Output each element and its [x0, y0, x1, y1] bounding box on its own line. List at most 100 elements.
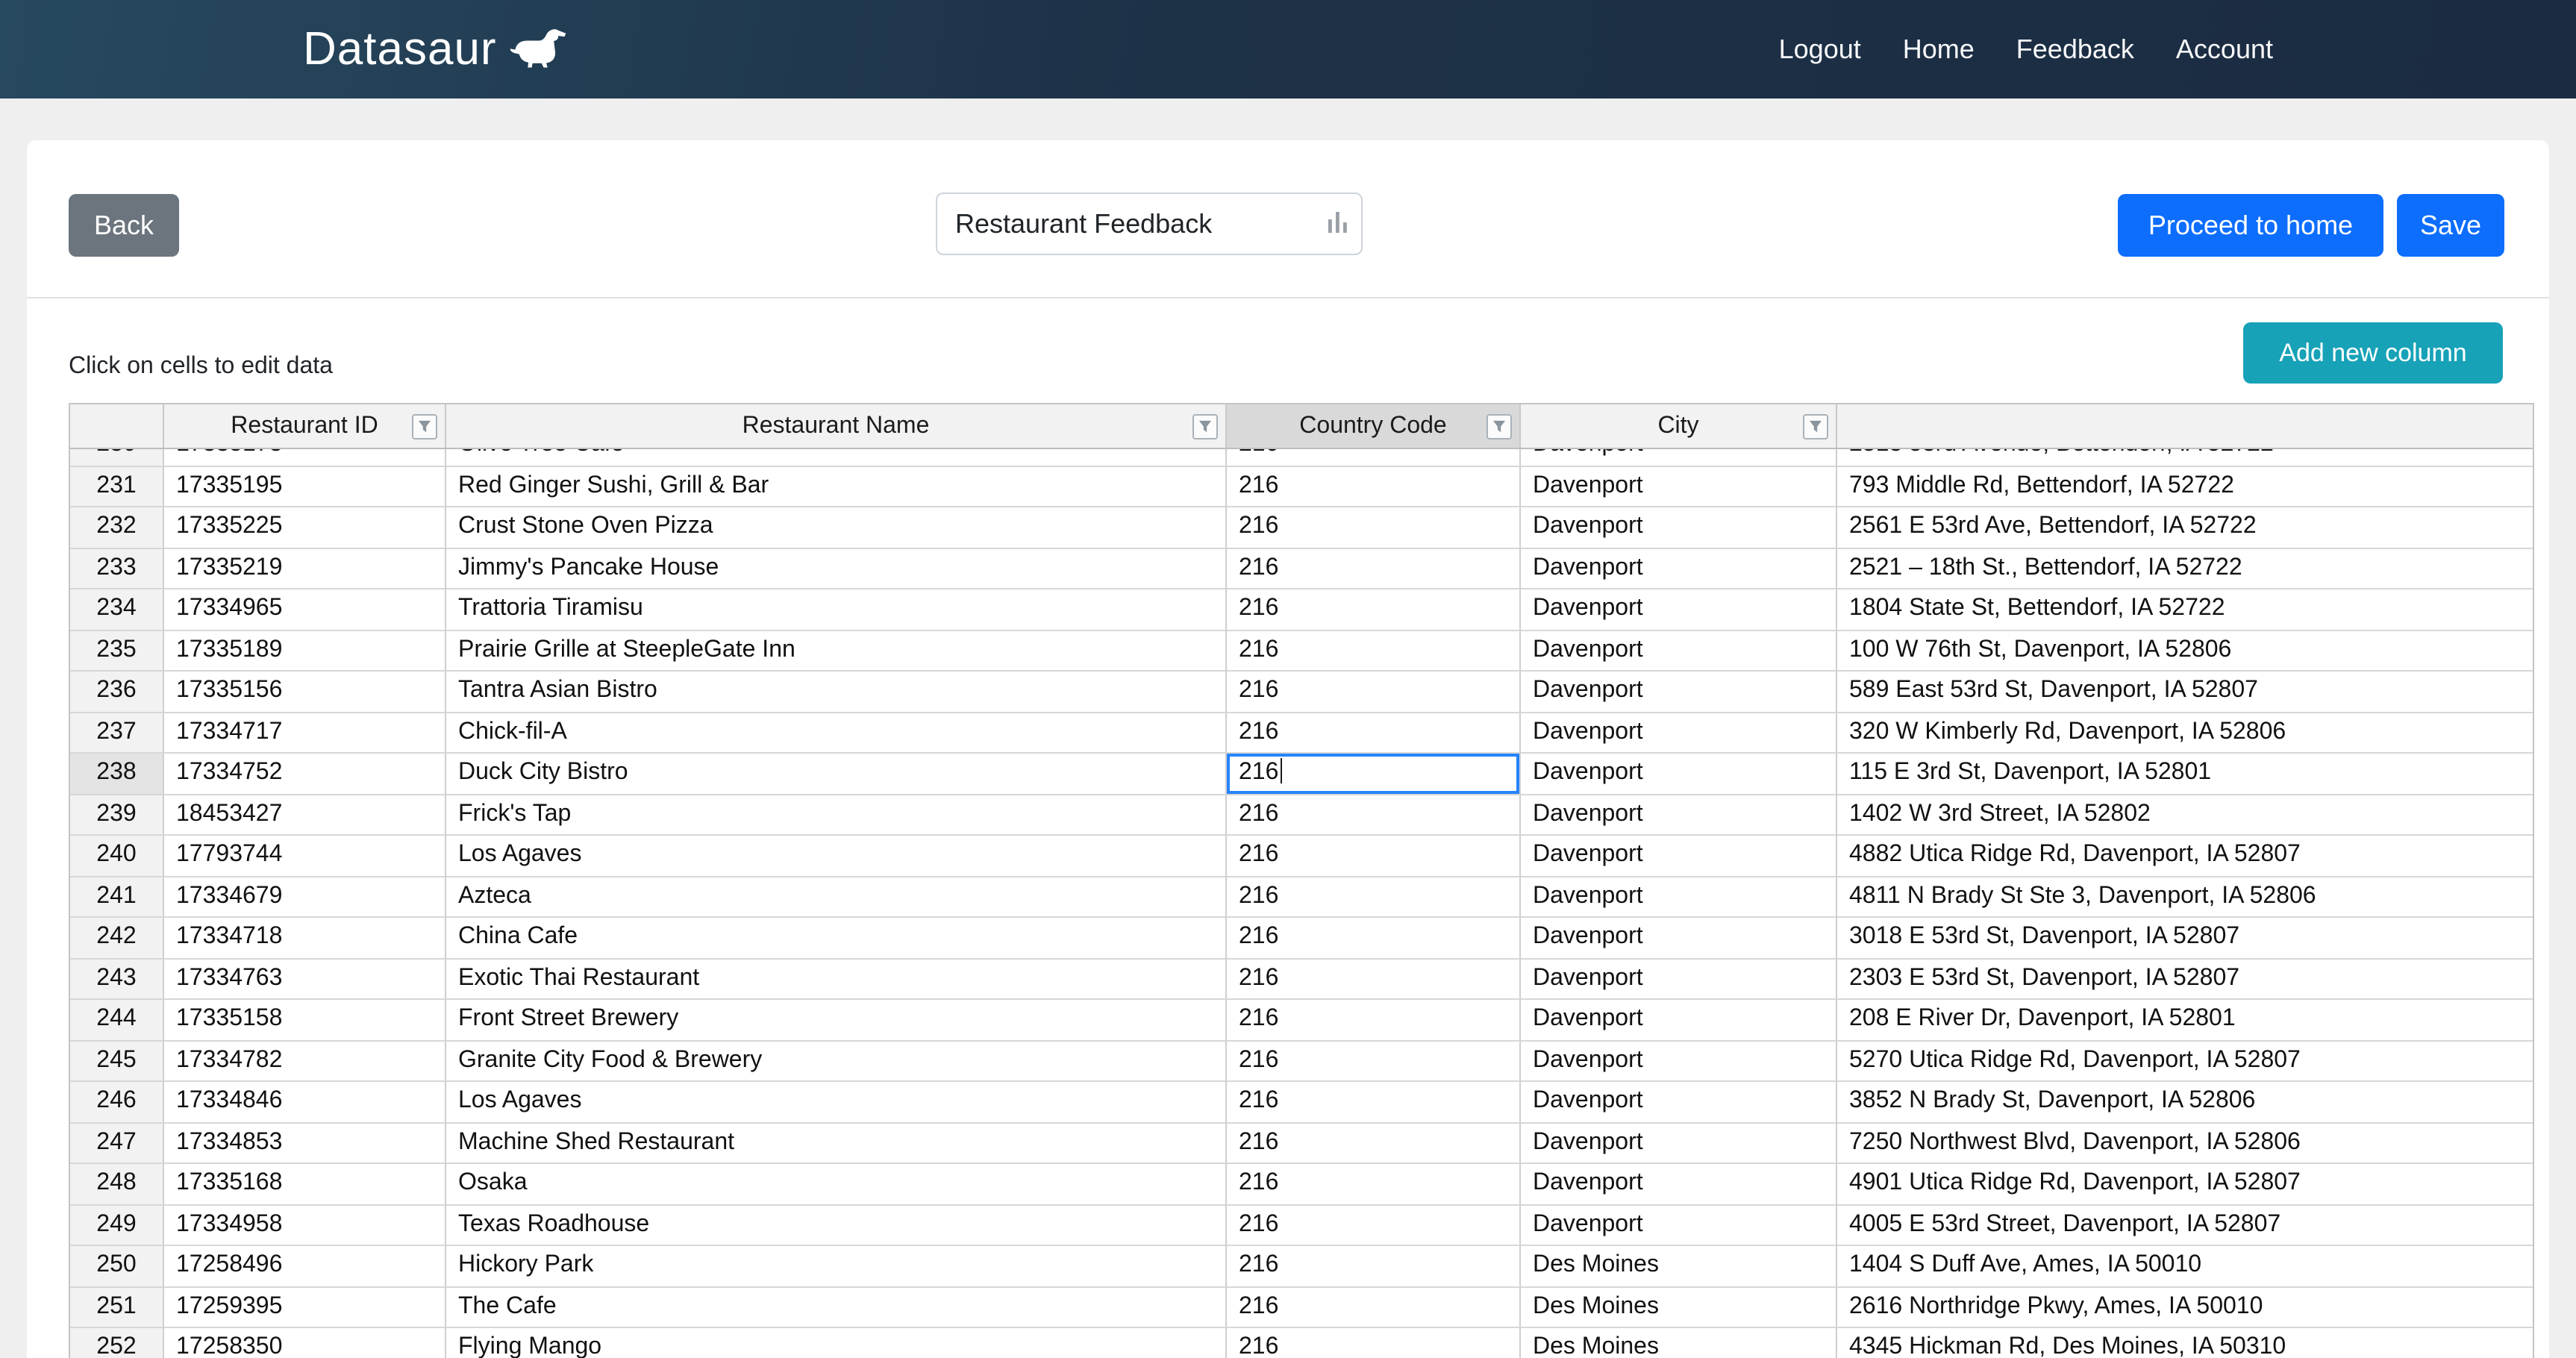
cell-id[interactable]: 17334717 [164, 713, 446, 754]
cell-id[interactable]: 17335156 [164, 672, 446, 713]
add-new-column-button[interactable]: Add new column [2243, 322, 2503, 384]
cell-city[interactable]: Davenport [1521, 589, 1837, 630]
cell-name[interactable]: Olive Tree Cafe [446, 449, 1227, 466]
cell-id[interactable]: 17334718 [164, 918, 446, 959]
cell-code[interactable]: 216 [1227, 1246, 1521, 1287]
cell-city[interactable]: Davenport [1521, 959, 1837, 1000]
cell-addr[interactable]: 1804 State St, Bettendorf, IA 52722 [1837, 589, 2533, 630]
cell-name[interactable]: Frick's Tap [446, 795, 1227, 836]
cell-code[interactable]: 216 [1227, 1123, 1521, 1164]
cell-addr[interactable]: 793 Middle Rd, Bettendorf, IA 52722 [1837, 466, 2533, 507]
cell-city[interactable]: Des Moines [1521, 1328, 1837, 1358]
cell-city[interactable]: Davenport [1521, 713, 1837, 754]
cell-id[interactable]: 17334679 [164, 877, 446, 918]
col-header-restaurant-name[interactable]: Restaurant Name [446, 404, 1227, 448]
cell-id[interactable]: 17259395 [164, 1287, 446, 1328]
cell-addr[interactable]: 4811 N Brady St Ste 3, Davenport, IA 528… [1837, 877, 2533, 918]
cell-name[interactable]: Front Street Brewery [446, 1000, 1227, 1041]
cell-city[interactable]: Davenport [1521, 466, 1837, 507]
cell-code[interactable]: 216 [1227, 466, 1521, 507]
cell-addr[interactable]: 3018 E 53rd St, Davenport, IA 52807 [1837, 918, 2533, 959]
cell-addr[interactable]: 1402 W 3rd Street, IA 52802 [1837, 795, 2533, 836]
cell-city[interactable]: Davenport [1521, 1000, 1837, 1041]
cell-name[interactable]: Flying Mango [446, 1328, 1227, 1358]
cell-addr[interactable]: 115 E 3rd St, Davenport, IA 52801 [1837, 754, 2533, 795]
cell-id[interactable]: 18453427 [164, 795, 446, 836]
cell-addr[interactable]: 208 E River Dr, Davenport, IA 52801 [1837, 1000, 2533, 1041]
cell-code[interactable]: 216 [1227, 754, 1521, 795]
cell-city[interactable]: Davenport [1521, 1205, 1837, 1246]
cell-code[interactable]: 216 [1227, 589, 1521, 630]
cell-code[interactable]: 216 [1227, 836, 1521, 877]
cell-name[interactable]: Hickory Park [446, 1246, 1227, 1287]
cell-addr[interactable]: 2303 E 53rd St, Davenport, IA 52807 [1837, 959, 2533, 1000]
cell-city[interactable]: Davenport [1521, 877, 1837, 918]
cell-code[interactable]: 216 [1227, 1000, 1521, 1041]
cell-code[interactable]: 216 [1227, 795, 1521, 836]
project-name-input[interactable] [936, 193, 1363, 255]
cell-code[interactable]: 216 [1227, 918, 1521, 959]
proceed-to-home-button[interactable]: Proceed to home [2118, 194, 2383, 257]
cell-city[interactable]: Davenport [1521, 672, 1837, 713]
cell-addr[interactable]: 4345 Hickman Rd, Des Moines, IA 50310 [1837, 1328, 2533, 1358]
cell-addr[interactable]: 2521 – 18th St., Bettendorf, IA 52722 [1837, 548, 2533, 589]
cell-name[interactable]: Los Agaves [446, 836, 1227, 877]
cell-addr[interactable]: 7250 Northwest Blvd, Davenport, IA 52806 [1837, 1123, 2533, 1164]
cell-city[interactable]: Davenport [1521, 1164, 1837, 1205]
cell-id[interactable]: 17335158 [164, 1000, 446, 1041]
cell-addr[interactable]: 4882 Utica Ridge Rd, Davenport, IA 52807 [1837, 836, 2533, 877]
cell-city[interactable]: Davenport [1521, 836, 1837, 877]
cell-code[interactable]: 216 [1227, 713, 1521, 754]
cell-code[interactable]: 216 [1227, 1328, 1521, 1358]
col-header-city[interactable]: City [1521, 404, 1837, 448]
filter-icon[interactable] [412, 413, 437, 439]
cell-addr[interactable]: 320 W Kimberly Rd, Davenport, IA 52806 [1837, 713, 2533, 754]
filter-icon[interactable] [1192, 413, 1218, 439]
cell-name[interactable]: Trattoria Tiramisu [446, 589, 1227, 630]
cell-name[interactable]: Texas Roadhouse [446, 1205, 1227, 1246]
cell-id[interactable]: 17334965 [164, 589, 446, 630]
cell-id[interactable]: 17335219 [164, 548, 446, 589]
cell-addr[interactable]: 2513 53rd Avenue, Bettendorf, IA 52722 [1837, 449, 2533, 466]
cell-id[interactable]: 17334846 [164, 1082, 446, 1123]
cell-code[interactable]: 216 [1227, 959, 1521, 1000]
nav-link-account[interactable]: Account [2176, 34, 2273, 65]
filter-icon[interactable] [1486, 413, 1512, 439]
cell-city[interactable]: Davenport [1521, 1123, 1837, 1164]
cell-addr[interactable]: 1404 S Duff Ave, Ames, IA 50010 [1837, 1246, 2533, 1287]
col-header-country-code[interactable]: Country Code [1227, 404, 1521, 448]
cell-code[interactable]: 216 [1227, 1205, 1521, 1246]
cell-name[interactable]: Azteca [446, 877, 1227, 918]
brand-logo[interactable]: Datasaur [303, 22, 572, 76]
cell-code[interactable]: 216 [1227, 1287, 1521, 1328]
cell-addr[interactable]: 5270 Utica Ridge Rd, Davenport, IA 52807 [1837, 1041, 2533, 1082]
cell-name[interactable]: Jimmy's Pancake House [446, 548, 1227, 589]
cell-id[interactable]: 17335225 [164, 507, 446, 548]
cell-addr[interactable]: 2616 Northridge Pkwy, Ames, IA 50010 [1837, 1287, 2533, 1328]
cell-addr[interactable]: 2561 E 53rd Ave, Bettendorf, IA 52722 [1837, 507, 2533, 548]
cell-code[interactable]: 216 [1227, 548, 1521, 589]
cell-name[interactable]: China Cafe [446, 918, 1227, 959]
cell-city[interactable]: Davenport [1521, 548, 1837, 589]
cell-id[interactable]: 17335189 [164, 630, 446, 672]
cell-name[interactable]: Machine Shed Restaurant [446, 1123, 1227, 1164]
save-button[interactable]: Save [2397, 194, 2504, 257]
cell-code[interactable]: 216 [1227, 672, 1521, 713]
cell-city[interactable]: Davenport [1521, 1082, 1837, 1123]
cell-code[interactable]: 216 [1227, 630, 1521, 672]
cell-code[interactable]: 216 [1227, 1041, 1521, 1082]
cell-id[interactable]: 17335173 [164, 449, 446, 466]
table-scroll-viewport[interactable]: 23017335173Olive Tree Cafe216Davenport25… [70, 449, 2533, 1358]
cell-city[interactable]: Davenport [1521, 754, 1837, 795]
bar-chart-icon[interactable] [1327, 210, 1349, 242]
cell-name[interactable]: Tantra Asian Bistro [446, 672, 1227, 713]
cell-name[interactable]: Exotic Thai Restaurant [446, 959, 1227, 1000]
nav-link-home[interactable]: Home [1903, 34, 1975, 65]
cell-id[interactable]: 17258496 [164, 1246, 446, 1287]
nav-link-logout[interactable]: Logout [1779, 34, 1861, 65]
cell-id[interactable]: 17334853 [164, 1123, 446, 1164]
cell-code[interactable]: 216 [1227, 449, 1521, 466]
cell-id[interactable]: 17793744 [164, 836, 446, 877]
cell-name[interactable]: Granite City Food & Brewery [446, 1041, 1227, 1082]
cell-code[interactable]: 216 [1227, 507, 1521, 548]
